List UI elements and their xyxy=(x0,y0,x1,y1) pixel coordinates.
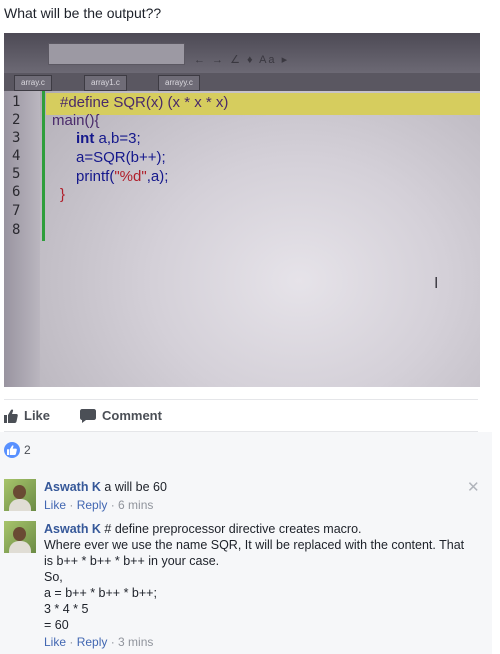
comment-line: Where ever we use the name SQR, It will … xyxy=(44,538,465,568)
code-line-assign: a=SQR(b++); xyxy=(76,149,166,166)
line-number: 4 xyxy=(12,148,21,164)
editor-toolbar-icons: ← → ∠ ♦ Aa ▸ xyxy=(194,54,290,66)
line-number: 8 xyxy=(12,222,21,238)
code-line-int: int a,b=3; xyxy=(76,130,141,147)
post-photo[interactable]: ← → ∠ ♦ Aa ▸ array.c array1.c arrayy.c 1… xyxy=(4,33,480,387)
editor-search-box xyxy=(48,43,185,65)
comment-bubble-icon xyxy=(80,408,96,423)
avatar-head xyxy=(13,485,26,499)
comment-line: So, xyxy=(44,570,63,584)
like-button[interactable]: Like xyxy=(4,408,50,423)
editor-tab: array.c xyxy=(14,75,52,91)
avatar[interactable] xyxy=(4,479,36,511)
comment-text: a will be 60 xyxy=(100,480,167,494)
reaction-count: 2 xyxy=(24,443,31,457)
reaction-summary[interactable]: 2 xyxy=(4,442,31,458)
comment-body: Aswath K # define preprocessor directive… xyxy=(44,521,476,633)
comment-text: # define preprocessor directive creates … xyxy=(100,522,362,536)
code-line-define: #define SQR(x) (x * x * x) xyxy=(60,94,229,111)
thumbs-up-icon xyxy=(7,445,17,455)
comment-author[interactable]: Aswath K xyxy=(44,522,101,536)
comment-item: Aswath K # define preprocessor directive… xyxy=(4,521,474,651)
editor-tab: arrayy.c xyxy=(158,75,200,91)
comment-item: Aswath K a will be 60 Like · Reply · 6 m… xyxy=(4,479,474,515)
code-keyword: int xyxy=(76,130,95,147)
avatar-head xyxy=(13,527,26,541)
line-number: 2 xyxy=(12,112,21,128)
close-icon[interactable]: ✕ xyxy=(467,478,480,496)
comment-first-line: Aswath K # define preprocessor directive… xyxy=(44,521,476,537)
code-text: ,a); xyxy=(146,168,169,185)
text-cursor-icon: I xyxy=(434,275,439,292)
line-number: 5 xyxy=(12,166,21,182)
divider xyxy=(4,431,478,432)
editor-tab: array1.c xyxy=(84,75,127,91)
post-question: What will be the output?? xyxy=(4,5,162,21)
comment-button[interactable]: Comment xyxy=(80,408,162,423)
code-line-close: } xyxy=(60,186,66,203)
avatar[interactable] xyxy=(4,521,36,553)
comment-line: 3 * 4 * 5 xyxy=(44,602,89,616)
comment-author[interactable]: Aswath K xyxy=(44,480,101,494)
line-number: 1 xyxy=(12,94,21,110)
comment-line: = 60 xyxy=(44,618,69,632)
thumbs-up-icon xyxy=(4,408,18,423)
code-text: a,b=3; xyxy=(94,130,141,147)
comment-like-link[interactable]: Like xyxy=(44,635,66,649)
code-line-printf: printf("%d",a); xyxy=(76,168,168,185)
divider xyxy=(4,399,478,400)
comment-meta: Like · Reply · 6 mins xyxy=(44,498,154,512)
editor-tab-bar: array.c array1.c arrayy.c xyxy=(4,73,480,91)
comment-time[interactable]: 6 mins xyxy=(118,498,153,512)
code-string: "%d" xyxy=(114,168,147,185)
comment-reply-link[interactable]: Reply xyxy=(77,635,108,649)
line-number: 3 xyxy=(12,130,21,146)
line-number: 7 xyxy=(12,203,21,219)
line-number-gutter: 1 2 3 4 5 6 7 8 xyxy=(4,91,40,387)
editor-toolbar: ← → ∠ ♦ Aa ▸ xyxy=(4,33,480,73)
comment-line: a = b++ * b++ * b++; xyxy=(44,586,157,600)
avatar-body xyxy=(9,541,31,553)
comment-like-link[interactable]: Like xyxy=(44,498,66,512)
line-number: 6 xyxy=(12,184,21,200)
code-line-main: main(){ xyxy=(52,112,100,129)
comment-body: Aswath K a will be 60 xyxy=(44,479,476,495)
like-label: Like xyxy=(24,408,51,423)
code-function: printf( xyxy=(76,168,115,185)
avatar-body xyxy=(9,499,31,511)
comment-meta: Like · Reply · 3 mins xyxy=(44,635,154,649)
like-reaction-icon xyxy=(4,442,20,458)
change-marker xyxy=(42,91,45,241)
comment-reply-link[interactable]: Reply xyxy=(77,498,108,512)
comment-time[interactable]: 3 mins xyxy=(118,635,153,649)
comment-label: Comment xyxy=(102,408,162,423)
